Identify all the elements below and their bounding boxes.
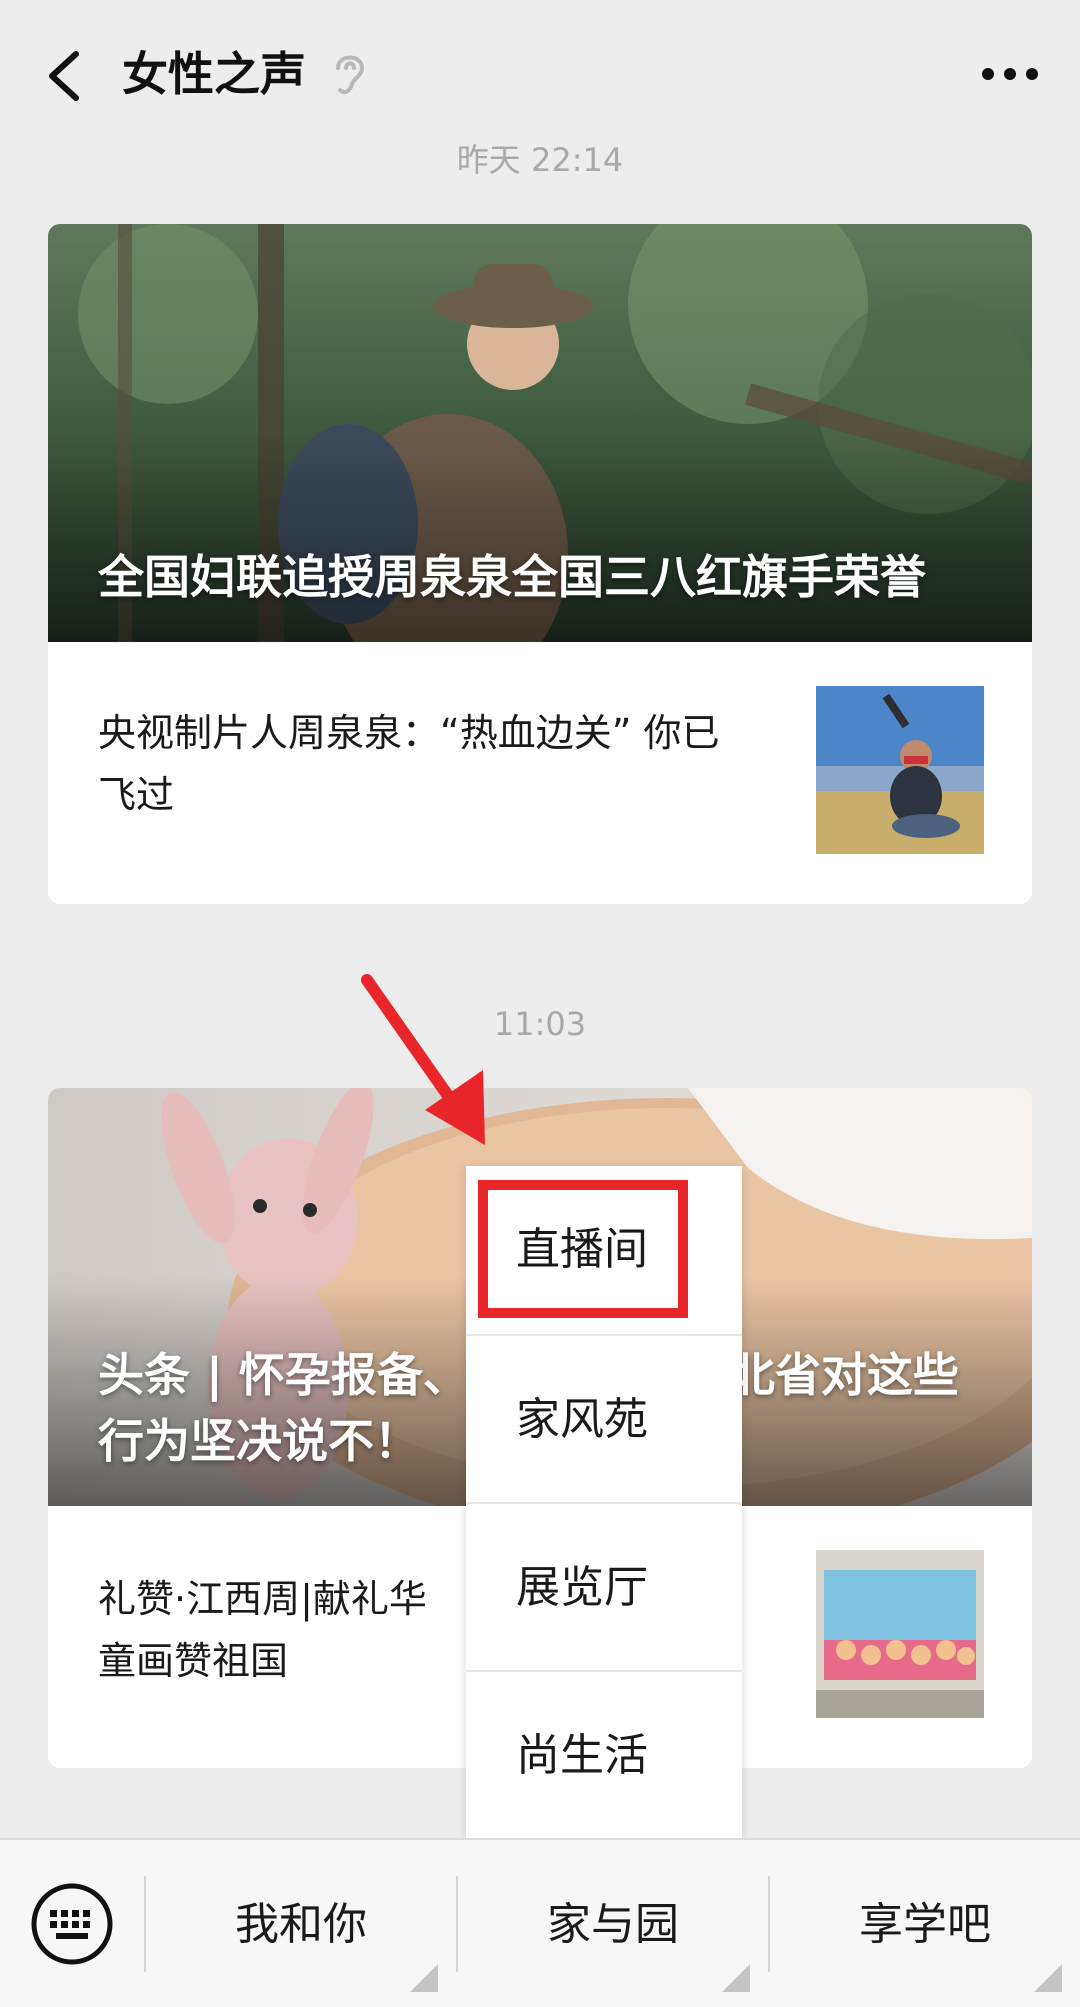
top-bar: 女性之声 — [0, 0, 1080, 146]
popup-item-family-style[interactable]: 家风苑 — [466, 1336, 742, 1504]
article-card: 全国妇联追授周泉泉全国三八红旗手荣誉 央视制片人周泉泉：“热血边关” 你已飞过 — [48, 224, 1032, 904]
submenu-indicator-icon — [410, 1964, 438, 1992]
popup-item-exhibition-hall[interactable]: 展览厅 — [466, 1504, 742, 1672]
submenu-indicator-icon — [722, 1964, 750, 1992]
message-timestamp: 11:03 — [493, 1005, 587, 1043]
cover-article[interactable]: 全国妇联追授周泉泉全国三八红旗手荣誉 — [48, 224, 1032, 642]
sub-article-title: 央视制片人周泉泉：“热血边关” 你已飞过 — [98, 711, 720, 817]
traveler-thumbnail-image — [816, 686, 984, 854]
popup-item-fashion-life[interactable]: 尚生活 — [466, 1672, 742, 1840]
page-title: 女性之声 — [122, 47, 306, 101]
submenu-indicator-icon — [1034, 1964, 1062, 1992]
cover-article-title: 全国妇联追授周泉泉全国三八红旗手荣誉 — [98, 550, 926, 604]
highlight-box-annotation — [478, 1180, 688, 1318]
message-timestamp: 昨天 22:14 — [456, 141, 624, 179]
children-drawing-thumbnail-image — [816, 1550, 984, 1718]
back-arrow-icon[interactable] — [30, 40, 100, 110]
sub-article-item[interactable]: 央视制片人周泉泉：“热血边关” 你已飞过 — [48, 642, 1032, 904]
red-arrow-annotation — [361, 974, 485, 1145]
more-options-icon[interactable] — [970, 44, 1050, 104]
bottom-menu-bar: 我和你 家与园 享学吧 — [0, 1838, 1080, 2007]
ear-icon — [330, 48, 370, 100]
keyboard-icon[interactable] — [30, 1882, 114, 1966]
